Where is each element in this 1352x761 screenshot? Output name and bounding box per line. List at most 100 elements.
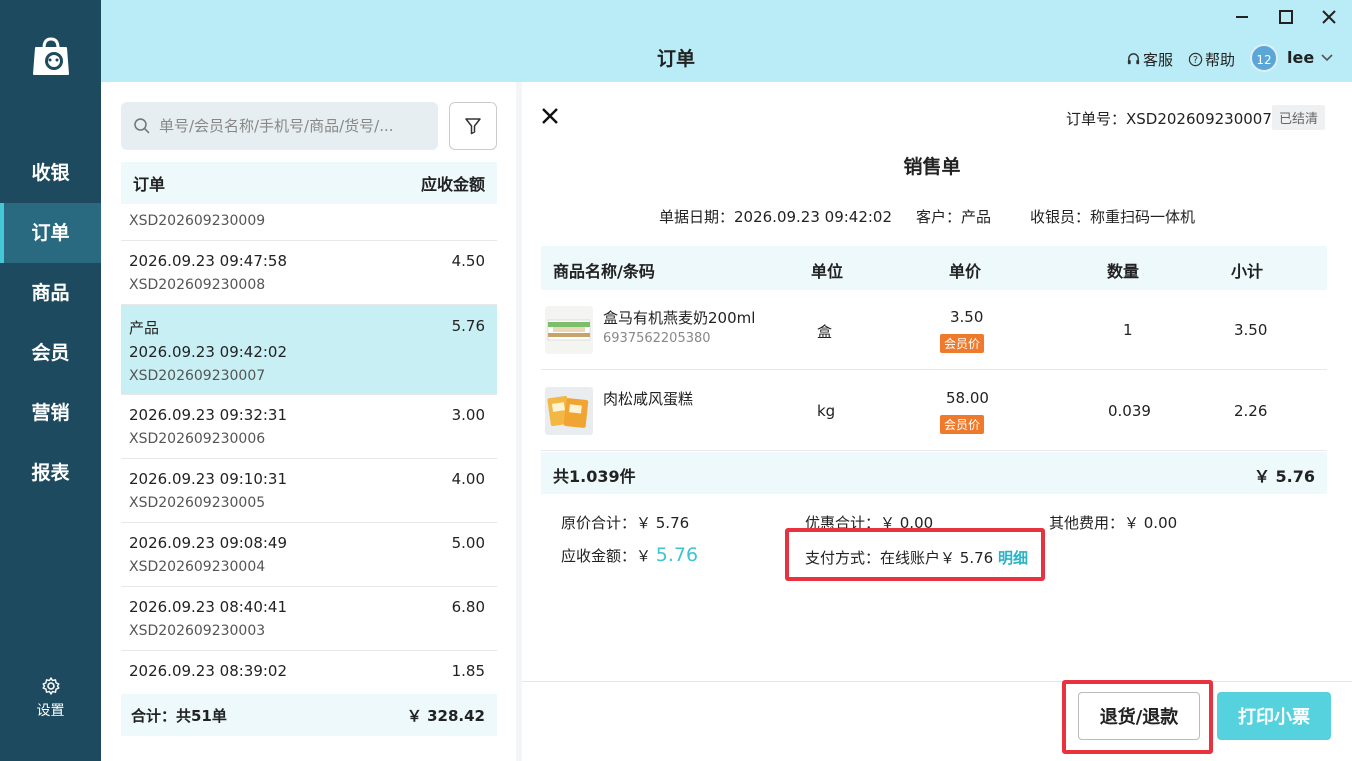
product-row: 肉松咸风蛋糕 kg 58.00 会员价 0.039 2.26: [541, 371, 1327, 451]
order-datetime: 2026.09.23 09:10:31: [129, 470, 288, 488]
item-count: 共1.039件: [553, 467, 636, 486]
nav-item-marketing[interactable]: 营销: [0, 383, 101, 443]
left-nav: 收银 订单 商品 会员 营销 报表 设置: [0, 0, 101, 761]
member-price-tag: 会员价: [940, 334, 985, 353]
order-list-footer: 合计：共51单 ￥ 328.42: [121, 694, 497, 736]
svg-text:?: ?: [1193, 55, 1198, 66]
order-row[interactable]: 2026.09.23 09:47:58 XSD202609230008 4.50: [121, 241, 497, 305]
app-logo-icon: [33, 37, 69, 75]
product-name: 盒马有机燕麦奶200ml: [603, 309, 756, 327]
customer-label: 客户：产品: [916, 208, 992, 226]
product-name: 肉松咸风蛋糕: [603, 390, 694, 408]
headset-icon: [1127, 53, 1140, 65]
other-fees: 其他费用：￥ 0.00: [1049, 514, 1178, 532]
order-row-selected[interactable]: 产品 2026.09.23 09:42:02 XSD202609230007 5…: [121, 305, 497, 395]
order-amount: 5.00: [451, 534, 485, 552]
settings-label: 设置: [36, 703, 65, 719]
nav-item-orders[interactable]: 订单: [0, 203, 101, 263]
username[interactable]: lee: [1287, 48, 1314, 67]
filter-icon: [465, 118, 481, 135]
nav-item-reports[interactable]: 报表: [0, 443, 101, 503]
order-datetime: 2026.09.23 09:47:58: [129, 252, 288, 270]
column-product: 商品名称/条码: [553, 262, 655, 281]
search-box[interactable]: [121, 102, 438, 150]
product-unit: kg: [817, 402, 836, 420]
order-no: XSD202609230003: [129, 623, 266, 639]
column-subtotal: 小计: [1231, 262, 1264, 281]
order-datetime: 2026.09.23 08:40:41: [129, 598, 288, 616]
nav-item-cashier[interactable]: 收银: [0, 143, 101, 203]
maximize-icon[interactable]: [1274, 6, 1298, 28]
order-row[interactable]: 2026.09.23 09:08:49 XSD202609230004 5.00: [121, 523, 497, 587]
avatar[interactable]: 12: [1250, 44, 1278, 72]
filter-button[interactable]: [449, 102, 497, 150]
minimize-icon[interactable]: [1230, 6, 1254, 28]
product-qty: 0.039: [1108, 402, 1151, 420]
help-link[interactable]: ? 帮助: [1188, 49, 1235, 70]
oat-milk-thumbnail: [545, 306, 593, 354]
order-amount: 4.50: [451, 252, 485, 270]
order-no: XSD202609230007: [129, 368, 266, 384]
order-number: 订单号：XSD202609230007: [1066, 110, 1272, 128]
products-table-header: 商品名称/条码 单位 单价 数量 小计: [541, 246, 1327, 290]
document-title: 销售单: [903, 156, 961, 178]
summary-total: ￥ 5.76: [1253, 467, 1315, 486]
order-datetime: 2026.09.23 09:32:31: [129, 406, 288, 424]
top-bar: 订单 客服 ? 帮助 12 lee: [101, 0, 1352, 82]
order-list-header: 订单 应收金额: [121, 162, 497, 204]
order-no: XSD202609230005: [129, 495, 266, 511]
gear-icon: [42, 677, 59, 695]
product-price: 58.00: [946, 389, 989, 407]
order-datetime: 2026.09.23 09:42:02: [129, 343, 288, 361]
original-total: 原价合计：￥ 5.76: [561, 514, 690, 532]
order-detail-panel: 订单号：XSD202609230007 已结清 销售单 单据日期：2026.09…: [522, 82, 1352, 761]
amount-due-label: 应收金额：￥: [561, 547, 652, 565]
order-list-panel: 订单 应收金额 XSD202609230009 2026.09.23 09:47…: [101, 82, 516, 761]
chevron-down-icon[interactable]: [1320, 50, 1334, 64]
order-no: XSD202609230004: [129, 559, 266, 575]
column-amount: 应收金额: [420, 175, 485, 194]
product-qty: 1: [1123, 321, 1133, 339]
order-row[interactable]: 2026.09.23 09:32:31 XSD202609230006 3.00: [121, 395, 497, 459]
order-amount: 1.85: [451, 662, 485, 680]
order-amount: 6.80: [451, 598, 485, 616]
search-icon: [134, 118, 150, 134]
nav-item-members[interactable]: 会员: [0, 323, 101, 383]
help-icon: ?: [1188, 52, 1203, 67]
order-no: XSD202609230008: [129, 277, 266, 293]
order-amount: 3.00: [451, 406, 485, 424]
order-amount: 5.76: [451, 317, 485, 335]
order-datetime: 2026.09.23 09:08:49: [129, 534, 288, 552]
support-label: 客服: [1143, 51, 1174, 69]
order-amount-total: ￥ 328.42: [406, 706, 485, 725]
page-title: 订单: [656, 48, 695, 70]
order-row[interactable]: 2026.09.23 08:40:41 XSD202609230003 6.80: [121, 587, 497, 651]
amount-due: 应收金额：￥ 5.76: [561, 544, 698, 566]
close-window-icon[interactable]: [1317, 6, 1341, 28]
payment-highlight-box: [785, 528, 1045, 581]
column-price: 单价: [949, 262, 982, 281]
support-link[interactable]: 客服: [1126, 49, 1173, 70]
member-price-tag: 会员价: [940, 415, 985, 434]
close-icon[interactable]: [540, 106, 560, 126]
document-date: 单据日期：2026.09.23 09:42:02: [659, 208, 893, 226]
order-count-total: 合计：共51单: [131, 706, 227, 725]
nav-item-products[interactable]: 商品: [0, 263, 101, 323]
amount-due-value: 5.76: [655, 544, 699, 566]
settings-button[interactable]: 设置: [0, 676, 101, 720]
order-no: XSD202609230006: [129, 431, 266, 447]
column-unit: 单位: [811, 262, 844, 281]
product-subtotal: 2.26: [1234, 402, 1268, 420]
print-receipt-button[interactable]: 打印小票: [1217, 692, 1331, 740]
refund-highlight-box: [1062, 680, 1213, 754]
order-row[interactable]: 2026.09.23 09:10:31 XSD202609230005 4.00: [121, 459, 497, 523]
order-row[interactable]: XSD202609230009: [121, 204, 497, 241]
column-qty: 数量: [1107, 262, 1140, 281]
cashier-label: 收银员：称重扫码一体机: [1030, 208, 1196, 226]
order-no: XSD202609230009: [129, 213, 266, 229]
product-row: 盒马有机燕麦奶200ml 6937562205380 盒 3.50 会员价 1 …: [541, 290, 1327, 370]
order-row[interactable]: 2026.09.23 08:39:02 1.85: [121, 651, 497, 694]
search-input[interactable]: [158, 117, 438, 135]
order-datetime: 2026.09.23 08:39:02: [129, 662, 288, 680]
cake-thumbnail: [545, 387, 593, 435]
